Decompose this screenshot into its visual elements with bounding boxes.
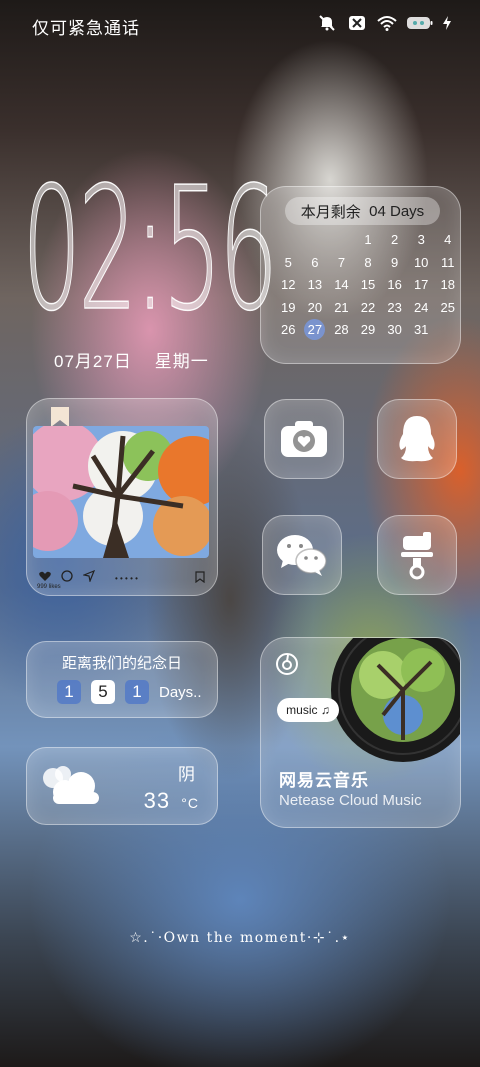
month-remaining-badge: 本月剩余 04 Days	[285, 197, 440, 225]
emergency-calls-only-label: 仅可紧急通话	[32, 19, 140, 38]
anniversary-counter: 1 5 1 Days..	[57, 680, 202, 704]
wechat-app-icon[interactable]	[262, 515, 342, 595]
wallpaper-slogan: ☆.˙·Own the moment·⊹˙.⋆	[129, 930, 351, 946]
charging-icon	[442, 14, 452, 32]
calendar-week-row: 1234	[275, 229, 461, 252]
temperature: 33 °C	[144, 788, 199, 814]
calendar-day[interactable]: 1	[355, 229, 382, 252]
save-icon[interactable]	[195, 570, 205, 588]
netease-music-widget[interactable]: music ♫ 网易云音乐 Netease Cloud Music	[260, 637, 461, 828]
calendar-day[interactable]: 19	[275, 297, 302, 320]
calendar-grid: 1 2 3 4 5 6 7 8 9 10 11 12 13 14 15 16 17 18 19 20 21 22 23 24 2…	[275, 229, 461, 342]
calendar-day[interactable]: 6	[302, 252, 329, 275]
clock-date: 07月27日 星期一	[54, 347, 209, 372]
remaining-value: 04 Days	[369, 202, 425, 220]
calendar-day[interactable]: 26	[275, 319, 302, 342]
calendar-day[interactable]: 23	[381, 297, 408, 320]
cloud-icon	[39, 764, 103, 811]
weather-condition: 阴	[178, 765, 195, 784]
calendar-week-row: 26 27 28 29 30 31	[275, 319, 461, 342]
weekday-text: 星期一	[154, 352, 209, 371]
likes-count: 999 likes	[37, 584, 61, 590]
calendar-day[interactable]: 4	[434, 229, 461, 252]
share-icon[interactable]	[81, 569, 96, 587]
calendar-day[interactable]: 5	[275, 252, 302, 275]
calendar-today-marker: 27	[304, 319, 326, 340]
calendar-day[interactable]: 10	[408, 252, 435, 275]
temperature-value: 33	[143, 788, 171, 813]
camera-app-icon[interactable]	[264, 399, 344, 479]
no-sim-icon	[346, 14, 368, 32]
mute-icon	[316, 14, 338, 32]
vinyl-record	[323, 638, 460, 775]
qq-app-icon[interactable]	[377, 399, 457, 479]
wifi-icon	[376, 14, 398, 32]
calendar-day[interactable]: 8	[355, 252, 382, 275]
date-text: 07月27日	[54, 352, 132, 371]
calendar-day[interactable]: 31	[408, 319, 435, 342]
calendar-week-row: 5 6 7 8 9 10 11	[275, 252, 461, 275]
calendar-week-row: 19 20 21 22 23 24 25	[275, 297, 461, 320]
calendar-day[interactable]: 24	[408, 297, 435, 320]
clock-time[interactable]: 02:56	[22, 164, 279, 336]
day-digit: 1	[125, 680, 149, 704]
calendar-day[interactable]: 12	[275, 274, 302, 297]
anniversary-widget[interactable]: 距离我们的纪念日 1 5 1 Days..	[26, 641, 218, 718]
calendar-day[interactable]: 21	[328, 297, 355, 320]
tree-photo	[33, 426, 209, 558]
calendar-day[interactable]: 30	[381, 319, 408, 342]
music-app-title: 网易云音乐	[279, 771, 369, 790]
music-tag: music ♫	[277, 698, 339, 722]
battery-icon	[406, 14, 434, 32]
photo-widget[interactable]: • • • • • 999 likes	[26, 398, 218, 596]
calendar-day[interactable]: 13	[302, 274, 329, 297]
calendar-day[interactable]: 16	[381, 274, 408, 297]
comment-icon[interactable]	[61, 569, 73, 587]
weather-widget[interactable]: 阴 33 °C	[26, 747, 218, 825]
calendar-day[interactable]: 25	[434, 297, 461, 320]
calendar-day[interactable]: 17	[408, 274, 435, 297]
calendar-day[interactable]: 29	[355, 319, 382, 342]
day-digit: 1	[57, 680, 81, 704]
calendar-day[interactable]: 14	[328, 274, 355, 297]
calendar-day[interactable]: 22	[355, 297, 382, 320]
status-icons	[316, 14, 452, 32]
netease-logo-icon	[275, 652, 299, 681]
calendar-day[interactable]: 27	[302, 319, 329, 342]
calendar-day[interactable]: 11	[434, 252, 461, 275]
calendar-day	[434, 319, 461, 342]
calendar-day	[275, 229, 302, 252]
day-digit: 5	[91, 680, 115, 704]
calendar-day	[302, 229, 329, 252]
calendar-day[interactable]: 7	[328, 252, 355, 275]
calendar-day[interactable]: 3	[408, 229, 435, 252]
calendar-widget[interactable]: 本月剩余 04 Days 1 2 3 4 5 6 7 8 9 10 11 12 13 14 15 16 17 18…	[260, 186, 461, 364]
anniversary-title: 距离我们的纪念日	[61, 655, 182, 672]
carousel-dots: • • • • •	[115, 573, 138, 583]
calendar-day[interactable]: 15	[355, 274, 382, 297]
calendar-day[interactable]: 2	[381, 229, 408, 252]
remaining-label: 本月剩余	[300, 203, 361, 221]
calendar-day[interactable]: 28	[328, 319, 355, 342]
calendar-day[interactable]: 20	[302, 297, 329, 320]
music-app-subtitle: Netease Cloud Music	[279, 792, 422, 809]
brush-app-icon[interactable]	[377, 515, 457, 595]
calendar-day[interactable]: 9	[381, 252, 408, 275]
days-unit: Days..	[159, 683, 202, 701]
calendar-week-row: 12 13 14 15 16 17 18	[275, 274, 461, 297]
temperature-unit: °C	[181, 795, 199, 811]
calendar-day	[328, 229, 355, 252]
calendar-day[interactable]: 18	[434, 274, 461, 297]
